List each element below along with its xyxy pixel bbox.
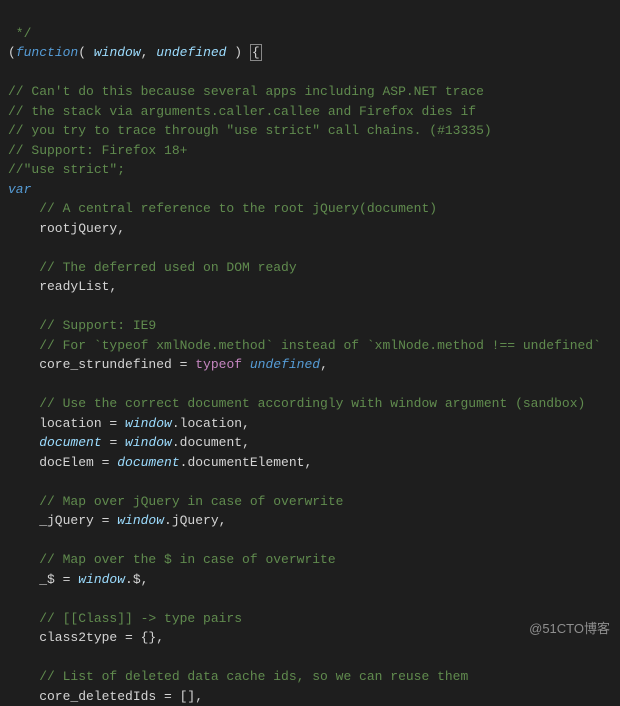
variable-declaration: location = <box>8 416 125 431</box>
property-access: .$, <box>125 572 148 587</box>
property-access: .document, <box>172 435 250 450</box>
variable-declaration: class2type = {}, <box>8 630 164 645</box>
identifier-window: window <box>117 513 164 528</box>
assign-op: = <box>102 435 125 450</box>
variable-declaration: rootjQuery, <box>8 221 125 236</box>
paren-close: ) <box>226 45 249 60</box>
param-window: window <box>94 45 141 60</box>
variable-declaration: readyList, <box>8 279 117 294</box>
comment-line: // you try to trace through "use strict"… <box>8 123 492 138</box>
comment-line: // Support: IE9 <box>8 318 156 333</box>
identifier-window: window <box>125 435 172 450</box>
comment-line: */ <box>8 26 31 41</box>
comment-line: // the stack via arguments.caller.callee… <box>8 104 476 119</box>
comment-line: // Support: Firefox 18+ <box>8 143 187 158</box>
brace-open-highlight: { <box>250 44 262 61</box>
comma: , <box>320 357 328 372</box>
comment-line: // Use the correct document accordingly … <box>8 396 585 411</box>
identifier-window: window <box>78 572 125 587</box>
property-access: .documentElement, <box>180 455 313 470</box>
comment-line: // Map over jQuery in case of overwrite <box>8 494 343 509</box>
variable-declaration: docElem = <box>8 455 117 470</box>
property-access: .location, <box>172 416 250 431</box>
comment-line: // The deferred used on DOM ready <box>8 260 297 275</box>
variable-declaration: core_strundefined = <box>8 357 195 372</box>
identifier-document: document <box>39 435 101 450</box>
keyword-undefined: undefined <box>250 357 320 372</box>
comment-line: // [[Class]] -> type pairs <box>8 611 242 626</box>
comment-line: //"use strict"; <box>8 162 125 177</box>
identifier-window: window <box>125 416 172 431</box>
paren-open: ( <box>78 45 94 60</box>
indent <box>8 435 39 450</box>
identifier-document: document <box>117 455 179 470</box>
paren-open: ( <box>8 45 16 60</box>
keyword-var: var <box>8 182 31 197</box>
keyword-typeof: typeof <box>195 357 242 372</box>
comment-line: // List of deleted data cache ids, so we… <box>8 669 468 684</box>
space <box>242 357 250 372</box>
keyword-function: function <box>16 45 78 60</box>
comment-line: // Can't do this because several apps in… <box>8 84 484 99</box>
variable-declaration: _jQuery = <box>8 513 117 528</box>
param-undefined: undefined <box>156 45 226 60</box>
comment-line: // A central reference to the root jQuer… <box>8 201 437 216</box>
comma: , <box>141 45 157 60</box>
watermark-text: @51CTO博客 <box>529 619 610 639</box>
code-viewer: */ (function( window, undefined ) { // C… <box>8 4 612 706</box>
property-access: .jQuery, <box>164 513 226 528</box>
variable-declaration: core_deletedIds = [], <box>8 689 203 704</box>
comment-line: // For `typeof xmlNode.method` instead o… <box>8 338 601 353</box>
comment-line: // Map over the $ in case of overwrite <box>8 552 336 567</box>
variable-declaration: _$ = <box>8 572 78 587</box>
